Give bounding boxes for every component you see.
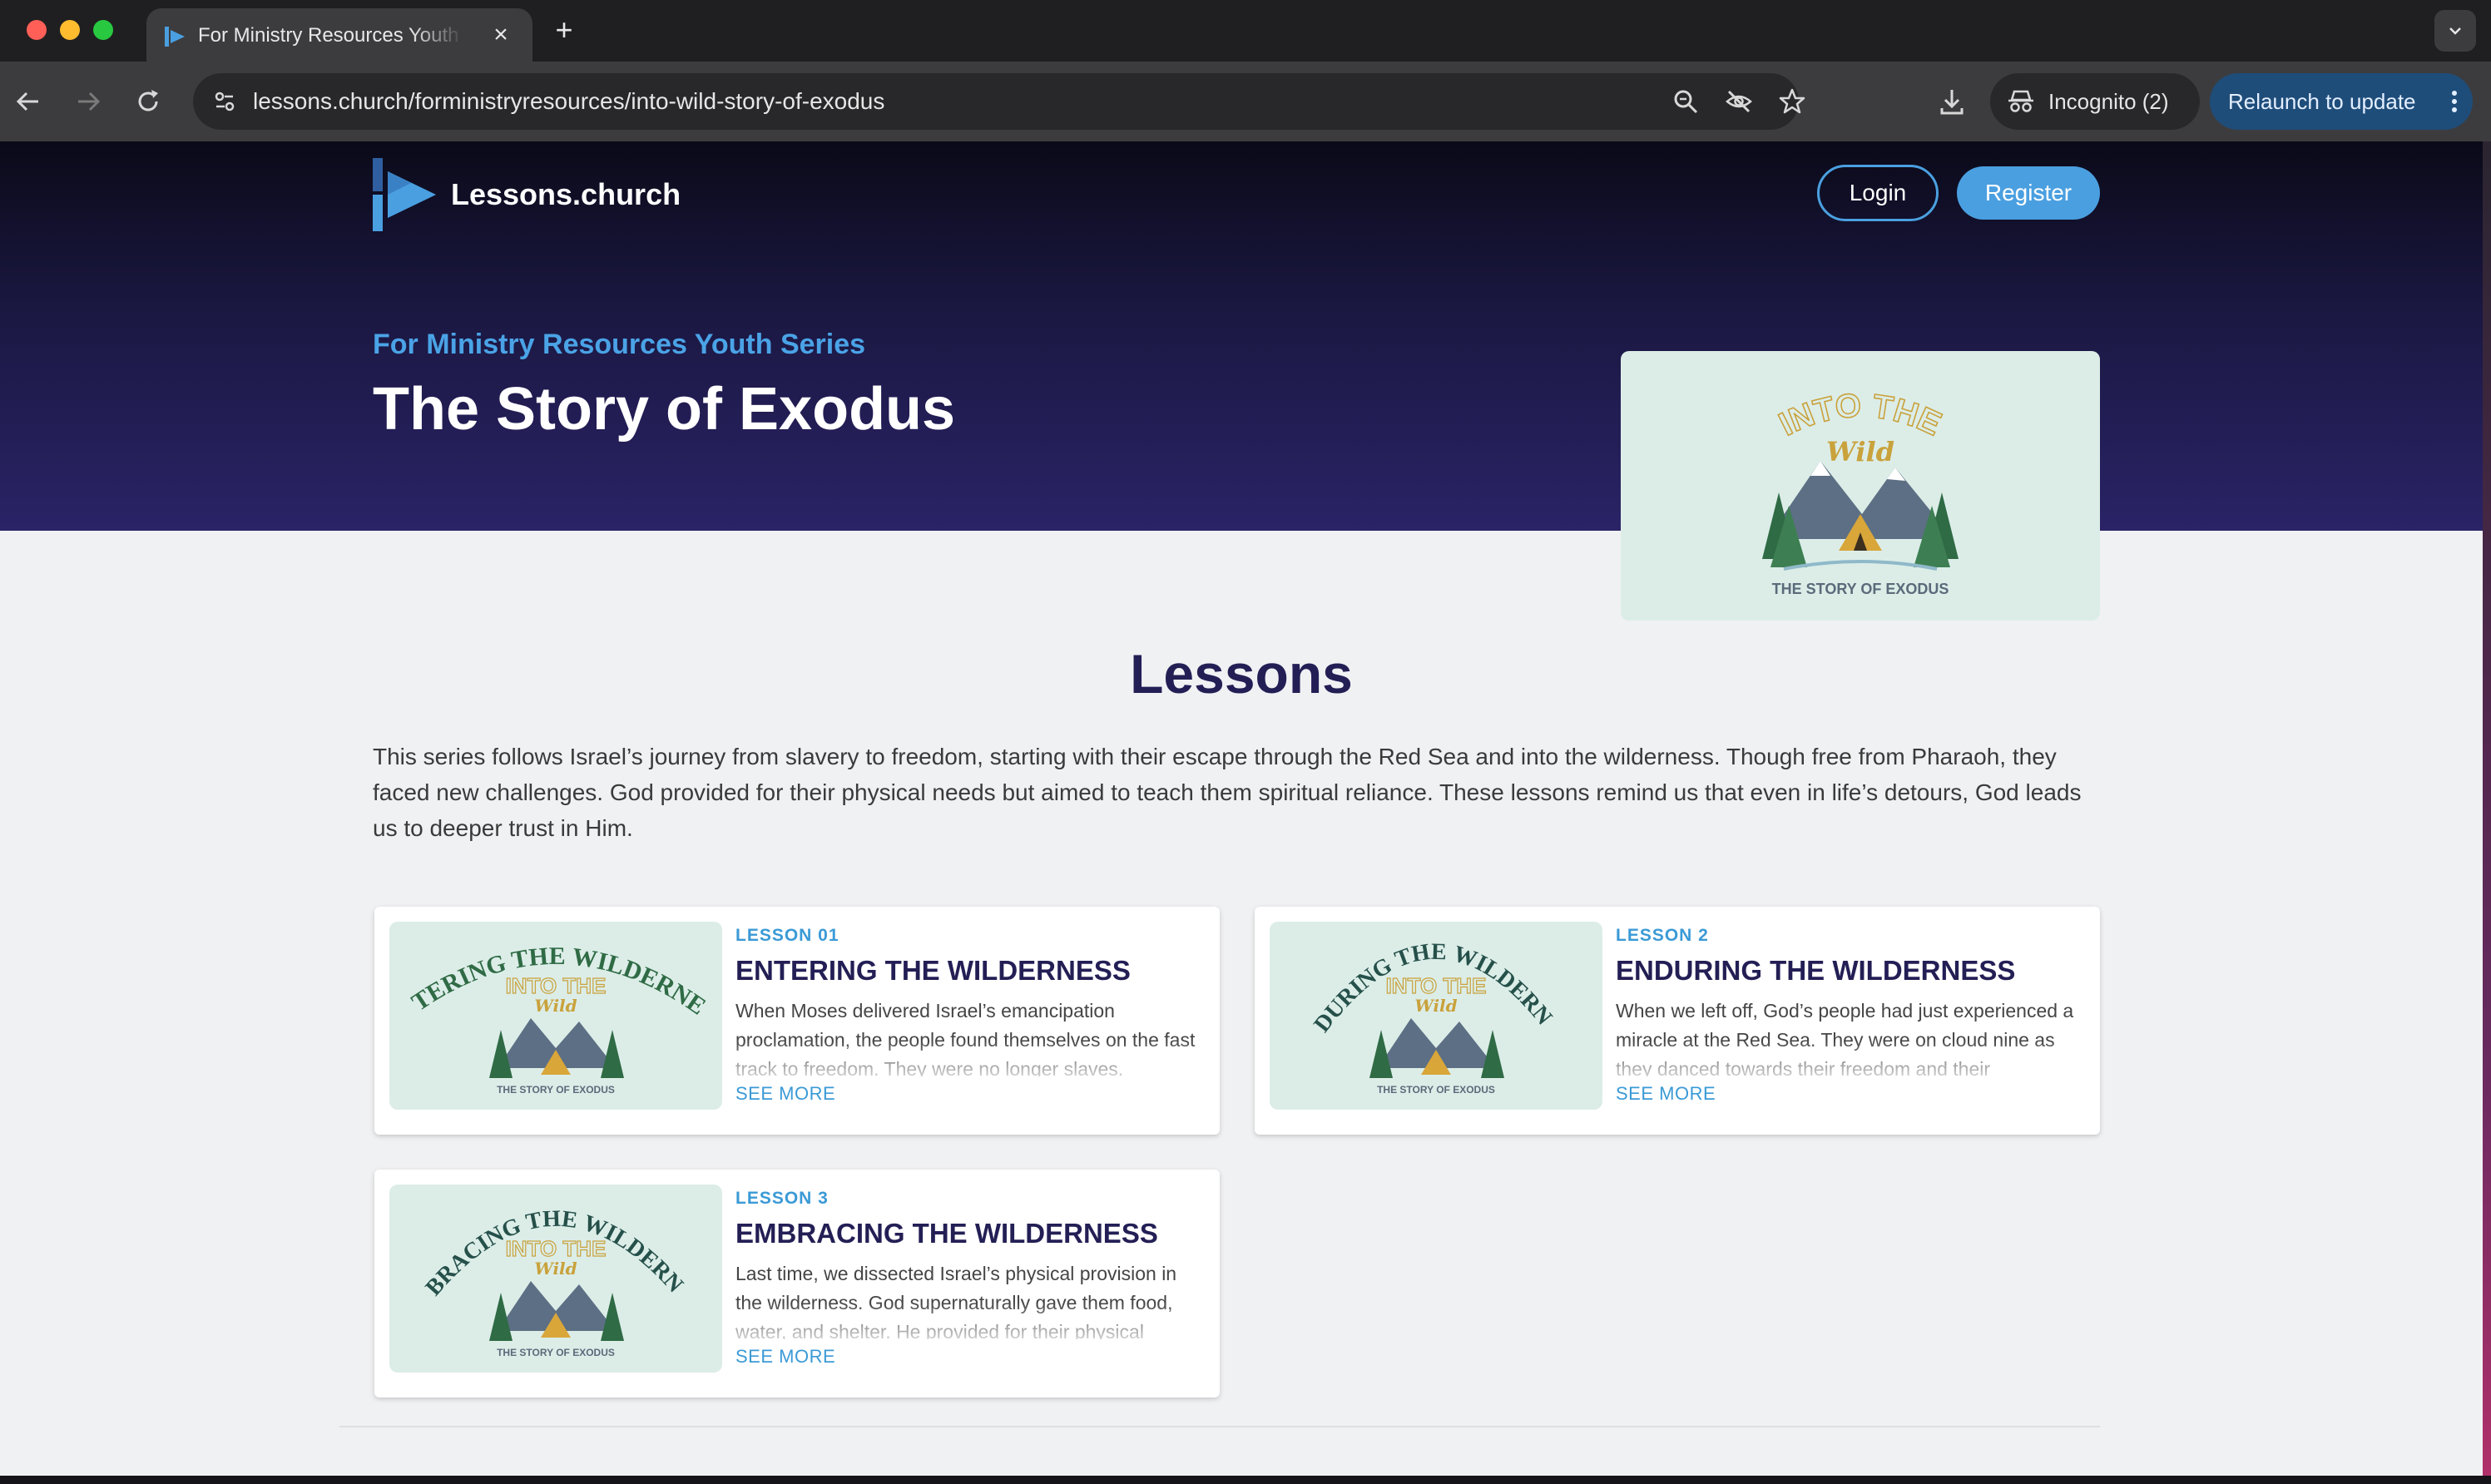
lesson-art-top-text: INTO THE bbox=[506, 973, 607, 998]
lesson-art-top-text: INTO THE bbox=[1386, 973, 1487, 998]
address-bar[interactable]: lessons.church/forministryresources/into… bbox=[193, 73, 1805, 130]
window-minimize-button[interactable] bbox=[60, 20, 80, 40]
back-arrow-icon[interactable] bbox=[12, 85, 45, 118]
register-button[interactable]: Register bbox=[1957, 166, 2100, 220]
lesson-art-wild-text: Wild bbox=[534, 1259, 577, 1279]
lessons-heading: Lessons bbox=[1130, 643, 1353, 705]
tab-close-icon[interactable]: × bbox=[489, 22, 513, 47]
lesson-artwork: EMBRACING THE WILDERNESS INTO THE Wild T… bbox=[389, 1185, 688, 1358]
lesson-title[interactable]: ENTERING THE WILDERNESS bbox=[735, 952, 1131, 990]
lesson-number: LESSON 01 bbox=[735, 926, 839, 945]
tab-title: For Ministry Resources Youth Series bbox=[198, 24, 464, 47]
lesson-title[interactable]: EMBRACING THE WILDERNESS bbox=[735, 1214, 1158, 1253]
lesson-card-3[interactable]: EMBRACING THE WILDERNESS INTO THE Wild T… bbox=[374, 1170, 1220, 1397]
url-text[interactable]: lessons.church/forministryresources/into… bbox=[253, 73, 884, 130]
lesson-title[interactable]: ENDURING THE WILDERNESS bbox=[1616, 952, 2015, 990]
incognito-label: Incognito (2) bbox=[2048, 89, 2169, 114]
lesson-number: LESSON 2 bbox=[1616, 926, 1709, 945]
lessons-church-logo[interactable] bbox=[373, 158, 436, 231]
browser-toolbar: lessons.church/forministryresources/into… bbox=[0, 62, 2491, 141]
hero-banner: Lessons.church Login Register For Minist… bbox=[0, 141, 2483, 531]
lesson-description: When Moses delivered Israel’s emancipati… bbox=[735, 1000, 1196, 1076]
see-more-link[interactable]: SEE MORE bbox=[735, 1344, 835, 1369]
new-tab-icon[interactable]: + bbox=[549, 15, 579, 45]
lesson-artwork: ENDURING THE WILDERNESS INTO THE Wild TH… bbox=[1270, 922, 1557, 1096]
web-page: Lessons.church Login Register For Minist… bbox=[0, 141, 2483, 1476]
incognito-indicator[interactable]: Incognito (2) bbox=[1990, 73, 2200, 130]
reload-icon[interactable] bbox=[131, 85, 165, 118]
site-settings-icon[interactable] bbox=[208, 85, 241, 118]
lesson-art-caption: THE STORY OF EXODUS bbox=[497, 1347, 615, 1358]
bookmark-star-icon[interactable] bbox=[1777, 87, 1807, 116]
window-close-button[interactable] bbox=[27, 20, 47, 40]
zoom-icon[interactable] bbox=[1671, 87, 1701, 116]
browser-tab-bar: For Ministry Resources Youth Series × + bbox=[0, 0, 2491, 62]
lesson-art-caption: THE STORY OF EXODUS bbox=[497, 1084, 615, 1096]
lesson-number: LESSON 3 bbox=[735, 1189, 829, 1208]
lesson-thumbnail[interactable]: ENDURING THE WILDERNESS INTO THE Wild TH… bbox=[1270, 922, 1602, 1110]
lesson-art-wild-text: Wild bbox=[1414, 996, 1457, 1016]
page-title: The Story of Exodus bbox=[373, 376, 956, 443]
series-label: For Ministry Resources Youth Series bbox=[373, 329, 866, 360]
hero-art-wild-text: Wild bbox=[1826, 436, 1894, 467]
lesson-card-1[interactable]: ENTERING THE WILDERNESS INTO THE Wild TH… bbox=[374, 907, 1220, 1135]
relaunch-label: Relaunch to update bbox=[2228, 89, 2416, 114]
browser-tab-active[interactable]: For Ministry Resources Youth Series × bbox=[146, 8, 532, 62]
lesson-card-2[interactable]: ENDURING THE WILDERNESS INTO THE Wild TH… bbox=[1255, 907, 2100, 1135]
site-favicon-icon bbox=[165, 27, 185, 47]
see-more-link[interactable]: SEE MORE bbox=[735, 1081, 835, 1106]
window-bottom-edge bbox=[0, 1476, 2491, 1484]
lesson-thumbnail[interactable]: EMBRACING THE WILDERNESS INTO THE Wild T… bbox=[389, 1185, 722, 1373]
lesson-description: Last time, we dissected Israel’s physica… bbox=[735, 1263, 1177, 1339]
hero-art-caption: THE STORY OF EXODUS bbox=[1772, 581, 1949, 597]
series-cover-image: INTO THE Wild THE STORY OF EXODUS bbox=[1621, 351, 2100, 621]
lesson-description: When we left off, God’s people had just … bbox=[1616, 1000, 2074, 1076]
hero-art-top-text: INTO THE bbox=[1773, 387, 1946, 443]
forward-arrow-icon[interactable] bbox=[72, 85, 105, 118]
window-maximize-button[interactable] bbox=[93, 20, 113, 40]
tracking-protection-eye-off-icon[interactable] bbox=[1724, 87, 1754, 116]
desktop-edge bbox=[2483, 141, 2491, 1476]
chevron-down-icon bbox=[2449, 27, 2461, 35]
lesson-art-wild-text: Wild bbox=[534, 996, 577, 1016]
login-button[interactable]: Login bbox=[1817, 165, 1939, 221]
see-more-link[interactable]: SEE MORE bbox=[1616, 1081, 1716, 1106]
logo-text[interactable]: Lessons.church bbox=[451, 175, 681, 215]
incognito-icon bbox=[2008, 90, 2033, 112]
more-vert-icon[interactable] bbox=[2451, 88, 2458, 115]
tab-search-button[interactable] bbox=[2434, 10, 2476, 52]
lesson-art-top-text: INTO THE bbox=[506, 1236, 607, 1261]
series-description: This series follows Israel’s journey fro… bbox=[373, 744, 2082, 841]
lesson-thumbnail[interactable]: ENTERING THE WILDERNESS INTO THE Wild TH… bbox=[389, 922, 722, 1110]
relaunch-button[interactable]: Relaunch to update bbox=[2210, 73, 2473, 130]
lesson-artwork: ENTERING THE WILDERNESS INTO THE Wild TH… bbox=[389, 922, 711, 1096]
lesson-art-caption: THE STORY OF EXODUS bbox=[1377, 1084, 1495, 1096]
section-divider bbox=[339, 1426, 2100, 1427]
download-icon[interactable] bbox=[1935, 85, 1969, 118]
into-the-wild-artwork: INTO THE Wild THE STORY OF EXODUS bbox=[1762, 387, 1959, 597]
